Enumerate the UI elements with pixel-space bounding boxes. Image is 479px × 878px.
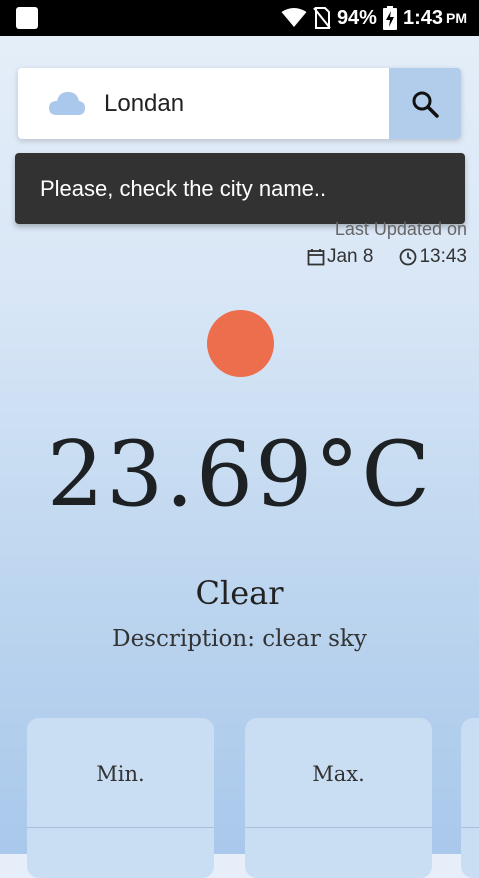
clock-ampm: PM <box>446 10 467 26</box>
min-temp-card: Min. <box>27 718 214 878</box>
cloud-icon <box>49 92 85 115</box>
card-label-min: Min. <box>96 762 145 786</box>
weather-description: Description: clear sky <box>112 626 367 652</box>
search-button[interactable] <box>389 68 461 139</box>
updated-time: 13:43 <box>399 246 467 268</box>
toast-message: Please, check the city name.. <box>40 175 327 201</box>
search-bar <box>18 68 461 139</box>
updated-time-text: 13:43 <box>419 246 467 267</box>
max-temp-card: Max. <box>245 718 432 878</box>
battery-charging-icon <box>382 6 397 30</box>
battery-percent: 94% <box>336 6 377 29</box>
updated-date: Jan 8 <box>307 246 373 268</box>
next-card-edge <box>461 718 479 878</box>
card-divider <box>461 827 479 828</box>
no-sim-icon <box>313 7 331 29</box>
calendar-icon <box>307 249 325 266</box>
temperature: 23.69°C <box>46 422 433 527</box>
clock-icon <box>400 248 417 266</box>
search-icon <box>412 91 439 118</box>
card-divider <box>245 827 432 828</box>
status-right: 94% 1:43 PM <box>281 0 467 36</box>
wifi-icon <box>281 8 307 27</box>
updated-row: Jan 8 13:43 <box>307 246 467 268</box>
error-toast: Please, check the city name.. <box>15 153 465 224</box>
weather-condition: Clear <box>195 574 284 612</box>
app-square-icon <box>16 7 38 29</box>
updated-date-text: Jan 8 <box>326 246 374 267</box>
card-divider <box>27 827 214 828</box>
sun-icon <box>207 310 274 377</box>
clock-time: 1:43 <box>402 6 443 29</box>
last-updated-label: Last Updated on <box>334 219 467 239</box>
card-label-max: Max. <box>312 762 365 786</box>
status-bar: 94% 1:43 PM <box>0 0 479 36</box>
search-input[interactable] <box>102 84 386 124</box>
